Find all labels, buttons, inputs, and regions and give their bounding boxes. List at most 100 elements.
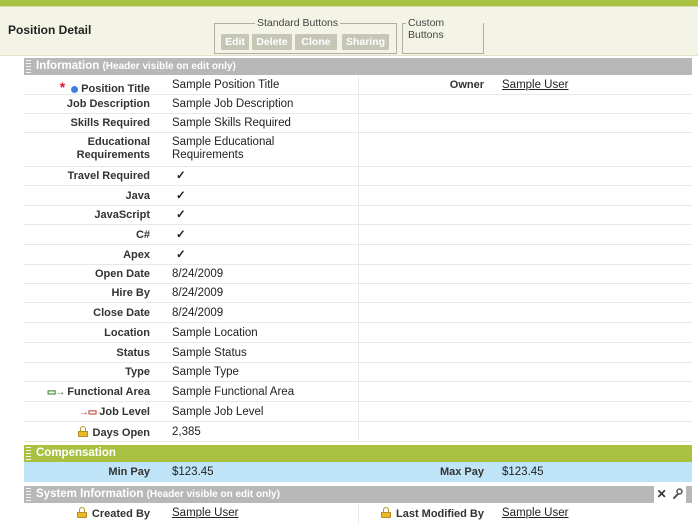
position-title-label: Position Title xyxy=(81,83,150,95)
educational-requirements-label-line2: Requirements xyxy=(76,149,150,161)
position-title-label-group: * Position Title xyxy=(60,79,150,95)
min-pay-value: $123.45 xyxy=(172,466,214,478)
max-pay-value: $123.45 xyxy=(502,466,544,478)
field-row-type: Type Sample Type xyxy=(24,363,692,382)
column-divider xyxy=(358,206,359,225)
csharp-checkmark-icon: ✓ xyxy=(176,229,186,241)
column-divider xyxy=(358,186,359,206)
open-date-label: Open Date xyxy=(94,268,150,280)
csharp-label: C# xyxy=(135,229,150,241)
field-row-position-title: * Position Title Sample Position Title Ow… xyxy=(24,76,692,95)
field-row-apex: Apex ✓ xyxy=(24,245,692,265)
column-divider xyxy=(358,265,359,284)
column-divider xyxy=(358,284,359,303)
column-divider xyxy=(358,167,359,186)
created-by-label-group: Created By xyxy=(76,507,150,520)
last-modified-by-link[interactable]: Sample User xyxy=(502,507,568,519)
job-level-label: Job Level xyxy=(99,406,150,418)
functional-area-value: Sample Functional Area xyxy=(172,386,295,398)
column-divider xyxy=(358,382,359,402)
page-header: Position Detail Standard Buttons Edit De… xyxy=(0,7,698,56)
owner-link[interactable]: Sample User xyxy=(502,79,568,91)
max-pay-label: Max Pay xyxy=(439,466,484,478)
field-row-hire-by: Hire By 8/24/2009 xyxy=(24,284,692,303)
information-section-header[interactable]: Information (Header visible on edit only… xyxy=(24,58,692,75)
column-divider xyxy=(358,225,359,245)
hire-by-value: 8/24/2009 xyxy=(172,287,224,299)
column-divider xyxy=(358,133,359,167)
column-divider xyxy=(358,245,359,265)
open-date-value: 8/24/2009 xyxy=(172,268,224,280)
javascript-label: JavaScript xyxy=(94,209,150,221)
sharing-button[interactable]: Sharing xyxy=(342,34,389,50)
column-divider xyxy=(358,504,359,524)
position-title-value: Sample Position Title xyxy=(172,79,280,91)
educational-requirements-value-line2: Requirements xyxy=(172,149,244,161)
field-row-skills-required: Skills Required Sample Skills Required xyxy=(24,114,692,133)
days-open-label: Days Open xyxy=(92,427,150,439)
field-row-functional-area: ▭→ Functional Area Sample Functional Area xyxy=(24,382,692,402)
controlling-field-icon: →▭ xyxy=(78,407,97,418)
field-row-pay: Min Pay $123.45 Max Pay $123.45 xyxy=(24,462,692,482)
field-row-travel-required: Travel Required ✓ xyxy=(24,167,692,186)
functional-area-label: Functional Area xyxy=(67,386,150,398)
column-divider xyxy=(358,422,359,442)
type-label: Type xyxy=(125,366,150,378)
status-label: Status xyxy=(116,347,150,359)
field-row-job-description: Job Description Sample Job Description xyxy=(24,95,692,114)
system-information-section-header[interactable]: System Information (Header visible on ed… xyxy=(24,486,692,503)
information-section-note: (Header visible on edit only) xyxy=(102,61,236,72)
travel-required-label: Travel Required xyxy=(67,170,150,182)
column-divider xyxy=(358,114,359,133)
java-checkmark-icon: ✓ xyxy=(176,190,186,202)
page-title: Position Detail xyxy=(8,23,92,37)
drag-grip-icon xyxy=(26,447,31,460)
field-row-location: Location Sample Location xyxy=(24,323,692,343)
column-divider xyxy=(358,323,359,343)
last-modified-by-label: Last Modified By xyxy=(395,508,484,520)
drag-grip-icon xyxy=(26,60,31,73)
job-description-label: Job Description xyxy=(66,98,150,110)
field-row-csharp: C# ✓ xyxy=(24,225,692,245)
standard-buttons-group: Standard Buttons Edit Delete Clone Shari… xyxy=(214,17,397,54)
compensation-section-header[interactable]: Compensation xyxy=(24,445,692,462)
info-dot-icon xyxy=(71,85,79,93)
functional-area-label-group: ▭→ Functional Area xyxy=(47,386,150,398)
hire-by-label: Hire By xyxy=(111,287,150,299)
system-information-section-note: (Header visible on edit only) xyxy=(146,489,280,500)
field-row-educational-requirements: Educational Requirements Sample Educatio… xyxy=(24,133,692,167)
status-value: Sample Status xyxy=(172,347,247,359)
close-date-value: 8/24/2009 xyxy=(172,307,224,319)
educational-requirements-label-line1: Educational xyxy=(87,136,150,148)
skills-required-label: Skills Required xyxy=(70,117,150,129)
clone-button[interactable]: Clone xyxy=(295,34,337,50)
lock-icon xyxy=(380,507,391,518)
drag-grip-icon xyxy=(26,488,31,501)
dependent-picklist-icon: ▭→ xyxy=(46,387,65,398)
skills-required-value: Sample Skills Required xyxy=(172,117,291,129)
field-row-close-date: Close Date 8/24/2009 xyxy=(24,303,692,323)
field-row-created-modified: Created By Sample User Last Modified By … xyxy=(24,504,692,524)
delete-button[interactable]: Delete xyxy=(252,34,292,50)
edit-button[interactable]: Edit xyxy=(221,34,249,50)
location-label: Location xyxy=(104,327,150,339)
lock-icon xyxy=(76,507,87,518)
field-row-status: Status Sample Status xyxy=(24,343,692,363)
column-divider xyxy=(358,303,359,323)
section-tools: ✕ xyxy=(653,486,686,503)
created-by-link[interactable]: Sample User xyxy=(172,507,238,519)
wrench-icon[interactable] xyxy=(672,488,683,499)
last-modified-by-label-group: Last Modified By xyxy=(380,507,484,520)
lock-icon xyxy=(77,426,88,437)
field-row-javascript: JavaScript ✓ xyxy=(24,206,692,225)
apex-label: Apex xyxy=(123,249,150,261)
column-divider xyxy=(358,76,359,95)
travel-required-checkmark-icon: ✓ xyxy=(176,170,186,182)
close-icon[interactable]: ✕ xyxy=(657,487,667,501)
java-label: Java xyxy=(125,190,150,202)
field-row-open-date: Open Date 8/24/2009 xyxy=(24,265,692,284)
min-pay-label: Min Pay xyxy=(108,466,150,478)
custom-buttons-group: Custom Buttons xyxy=(402,17,484,54)
job-level-label-group: →▭ Job Level xyxy=(79,406,150,418)
column-divider xyxy=(358,402,359,422)
